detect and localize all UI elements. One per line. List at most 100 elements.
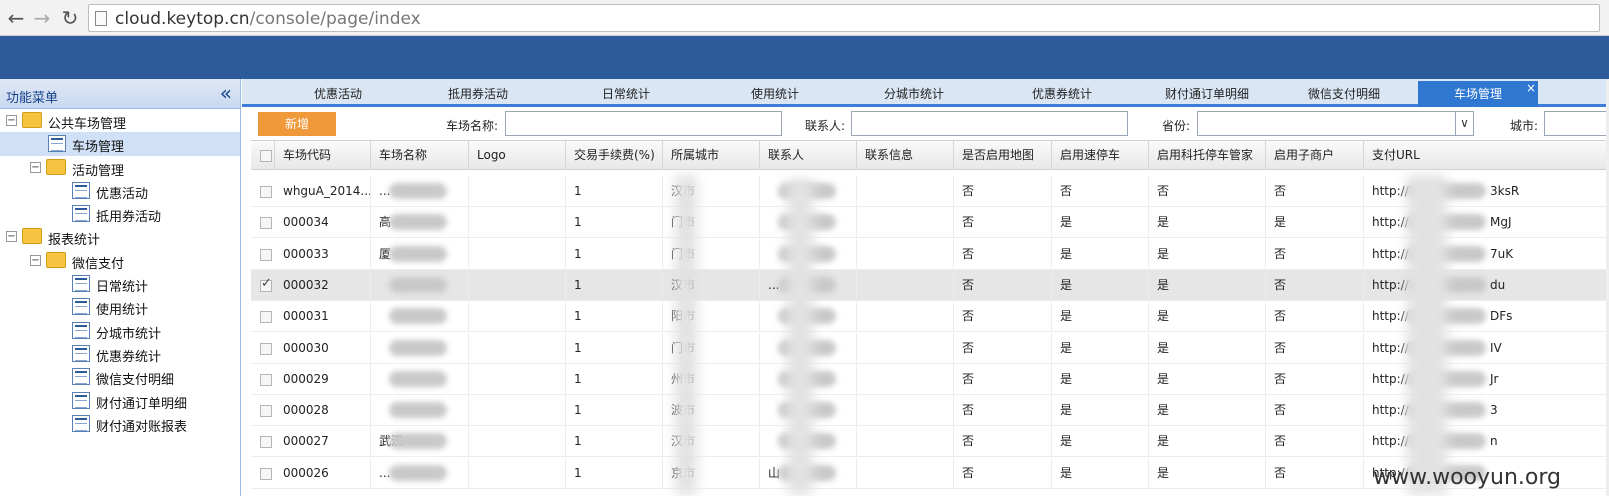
sidebar-item[interactable]: 财付通对账报表 xyxy=(0,412,240,435)
collapse-toggle-icon[interactable]: − xyxy=(6,115,17,126)
row-checkbox[interactable] xyxy=(260,342,272,355)
cell-text: 否 xyxy=(962,340,975,355)
tab[interactable]: 优惠券统计 xyxy=(1002,85,1122,107)
page-icon xyxy=(72,368,90,386)
sidebar-item-label: 车场管理 xyxy=(72,140,125,156)
table-row[interactable]: 0000301门市否是是否http://IV xyxy=(251,332,1609,364)
tab[interactable]: 分城市统计 xyxy=(854,85,974,107)
table-cell: 否 xyxy=(1266,426,1364,458)
park-name-input[interactable] xyxy=(505,111,782,136)
row-checkbox[interactable] xyxy=(260,186,272,198)
sidebar-item[interactable]: 抵用券活动 xyxy=(0,202,240,225)
page-icon xyxy=(72,321,90,339)
column-header[interactable]: 车场代码 xyxy=(275,141,371,170)
province-select[interactable]: ∨ xyxy=(1197,111,1474,136)
row-checkbox[interactable] xyxy=(260,217,272,230)
row-checkbox[interactable] xyxy=(260,405,272,418)
contact-input[interactable] xyxy=(851,111,1128,136)
sidebar-item-label: 公共车场管理 xyxy=(48,117,127,132)
city-select[interactable] xyxy=(1544,111,1609,136)
row-checkbox[interactable] xyxy=(260,276,272,292)
table-row[interactable]: whguA_2014......1汉市否否否否http://3ksR xyxy=(251,176,1609,207)
table-cell: 000026 xyxy=(275,457,371,489)
search-toolbar: 新增 车场名称: 联系人: 省份: ∨ 城市: xyxy=(242,110,1609,140)
table-cell xyxy=(371,301,469,333)
collapse-toggle-icon[interactable]: − xyxy=(6,231,17,243)
sidebar-item[interactable]: 优惠活动 xyxy=(0,179,240,202)
table-cell: 是 xyxy=(1052,395,1149,427)
chevron-down-icon[interactable]: ∨ xyxy=(1455,112,1473,135)
table-cell: 是 xyxy=(1052,426,1149,458)
back-arrow-icon[interactable]: ← xyxy=(4,6,28,30)
tab[interactable]: 使用统计 xyxy=(715,85,835,107)
tab[interactable]: 车场管理 × xyxy=(1418,81,1538,107)
column-header[interactable]: 启用科托停车管家 xyxy=(1149,141,1266,170)
column-header[interactable]: 联系信息 xyxy=(857,141,954,170)
sidebar-item[interactable]: 车场管理 xyxy=(0,132,240,156)
column-header[interactable]: 车场名称 xyxy=(371,141,469,170)
sidebar-item[interactable]: 优惠券统计 xyxy=(0,342,240,365)
column-header[interactable]: 所属城市 xyxy=(663,141,760,170)
cell-text: 否 xyxy=(1274,277,1287,292)
collapse-toggle-icon[interactable]: − xyxy=(30,254,41,266)
cell-text: 否 xyxy=(962,277,975,292)
row-checkbox[interactable] xyxy=(260,311,272,324)
column-header[interactable]: Logo xyxy=(469,141,566,170)
grid-header: 车场代码 车场名称 Logo 交易手续费(%) 所属城市 联系人 联系信息 是否启用地图 启用速… xyxy=(251,140,1609,170)
forward-arrow-icon[interactable]: → xyxy=(30,6,54,30)
tab[interactable]: 财付通订单明细 xyxy=(1147,85,1267,107)
table-row[interactable]: 000034高1门市否是是是http://MgJ xyxy=(251,207,1609,239)
redaction-blur xyxy=(389,214,447,231)
row-checkbox[interactable] xyxy=(260,248,272,261)
table-cell: 是 xyxy=(1149,426,1266,458)
sidebar-item[interactable]: 使用统计 xyxy=(0,295,240,318)
sidebar-item[interactable]: − 活动管理 xyxy=(0,156,240,179)
table-cell: 是 xyxy=(1149,301,1266,333)
cell-text: http:// xyxy=(1372,246,1409,261)
tab[interactable]: 微信支付明细 xyxy=(1284,85,1404,107)
sidebar-item[interactable]: − 微信支付 xyxy=(0,249,240,272)
address-bar[interactable]: cloud.keytop.cn/console/page/index xyxy=(88,4,1600,32)
column-header[interactable]: 交易手续费(%) xyxy=(566,141,663,170)
table-cell xyxy=(469,426,566,458)
column-header[interactable]: 支付URL xyxy=(1364,141,1609,170)
cell-text-tail: n xyxy=(1490,434,1498,449)
row-checkbox[interactable] xyxy=(260,373,272,386)
collapse-double-chevron-icon[interactable]: « xyxy=(220,82,232,104)
cell-text: 000026 xyxy=(283,465,329,480)
column-header[interactable]: 启用子商户 xyxy=(1266,141,1364,170)
collapse-toggle-icon[interactable]: − xyxy=(30,161,41,173)
table-row[interactable]: 000027武汉1汉市否是是否http://n xyxy=(251,426,1609,458)
cell-text: 1 xyxy=(574,434,582,449)
row-checkbox[interactable] xyxy=(260,436,272,449)
table-row[interactable]: 0000281波市否是是否http://3 xyxy=(251,395,1609,427)
tab-label: 财付通订单明细 xyxy=(1164,87,1249,101)
sidebar-item[interactable]: − 报表统计 xyxy=(0,225,240,248)
column-header[interactable]: 启用速停车 xyxy=(1052,141,1149,170)
sidebar-item[interactable]: 日常统计 xyxy=(0,272,240,295)
table-cell xyxy=(469,395,566,427)
table-row[interactable]: 0000311阳市否是是否http://DFs xyxy=(251,301,1609,333)
column-header[interactable]: 是否启用地图 xyxy=(954,141,1052,170)
add-button[interactable]: 新增 xyxy=(258,112,336,136)
table-row[interactable]: 0000291州市否是是否http://Jr xyxy=(251,363,1609,395)
table-row[interactable]: 000033厦1门市否是是否http://7uK xyxy=(251,238,1609,270)
column-header[interactable]: 联系人 xyxy=(760,141,857,170)
table-row[interactable]: 0000321汉市...否是是否http://du xyxy=(251,269,1609,301)
tab[interactable]: 抵用券活动 xyxy=(418,85,538,107)
park-grid: 车场代码 车场名称 Logo 交易手续费(%) 所属城市 联系人 联系信息 是否启用地图 启用速… xyxy=(251,140,1609,496)
tab[interactable]: 日常统计 xyxy=(566,85,686,107)
reload-icon[interactable]: ↻ xyxy=(58,6,82,30)
tab[interactable]: 优惠活动 xyxy=(278,85,398,107)
sidebar-item[interactable]: 财付通订单明细 xyxy=(0,389,240,412)
row-checkbox[interactable] xyxy=(260,467,272,480)
sidebar-item[interactable]: 分城市统计 xyxy=(0,319,240,342)
redaction-blur xyxy=(389,370,447,387)
cell-text: 000029 xyxy=(283,371,329,386)
table-cell: 否 xyxy=(954,426,1052,458)
sidebar-item[interactable]: 微信支付明细 xyxy=(0,365,240,388)
sidebar-item[interactable]: − 公共车场管理 xyxy=(0,109,240,132)
cell-text: 否 xyxy=(1274,340,1287,355)
sidebar-item-label: 报表统计 xyxy=(48,233,101,249)
close-icon[interactable]: × xyxy=(1526,81,1536,95)
